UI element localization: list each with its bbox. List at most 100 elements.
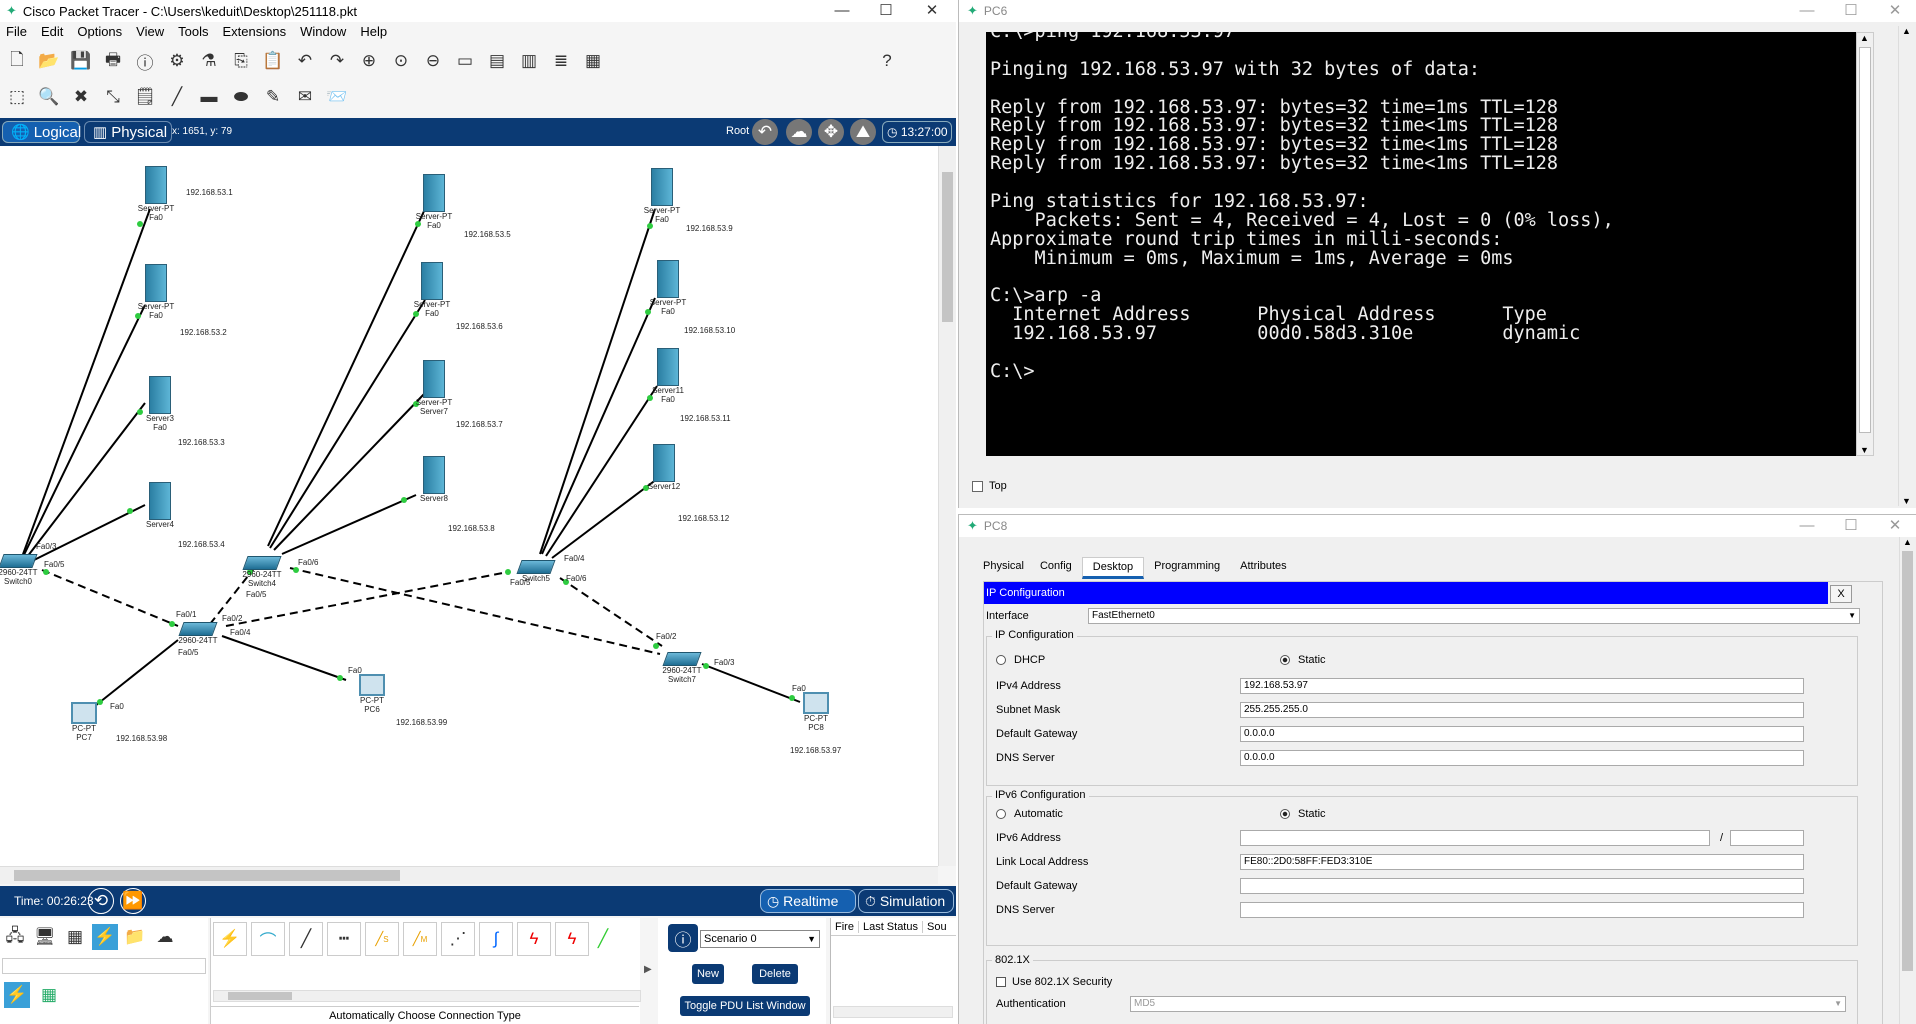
console-scrollbar[interactable]: ▲ ▼ [1856,32,1874,456]
simulation-button[interactable]: ⏱ Simulation [858,889,954,913]
switch-0[interactable]: 2960-24TT Switch0 [0,554,40,586]
serial-dce-icon[interactable]: ϟ [517,922,551,956]
minimize-icon[interactable]: — [1785,0,1829,22]
pdu-col-last-status[interactable]: Last Status [859,920,923,933]
server-10[interactable]: Server-PT Fa0 [648,260,688,316]
maximize-icon[interactable]: ☐ [864,0,908,22]
server-6[interactable]: Server-PT Fa0 [412,262,452,318]
scroll-down-icon[interactable]: ▼ [1860,445,1869,455]
scenario-select[interactable]: Scenario 0 ▼ [700,930,820,948]
link[interactable] [281,494,417,555]
delete-scenario-button[interactable]: Delete [752,964,798,984]
tab-desktop[interactable]: Desktop [1081,557,1145,579]
delete-icon[interactable]: ✖ [68,84,94,110]
tab-physical[interactable]: ▥ Physical [84,121,172,143]
pc-7[interactable]: PC-PT PC7 [64,702,104,742]
logical-workspace[interactable]: Server-PT Fa0 192.168.53.1 Server-PT Fa0 1… [0,146,938,866]
back-icon[interactable]: ↶ [752,119,778,145]
menu-item-tools[interactable]: Tools [178,24,208,44]
zoom-reset-icon[interactable]: ⊙ [388,48,414,74]
link[interactable] [701,663,801,703]
draw-ellipse-icon[interactable]: ⬬ [228,84,254,110]
switch-6[interactable]: 2960-24TT [176,622,220,645]
components-icon[interactable]: ▦ [62,924,88,950]
close-icon[interactable]: ✕ [1873,515,1916,537]
connections-sub-icon[interactable]: ⚡ [4,982,30,1008]
octal-icon[interactable]: ╱ [593,922,613,956]
collapse-arrow-icon[interactable]: ▶ [644,964,652,975]
connection-scrollbar[interactable] [213,990,641,1002]
complex-pdu-icon[interactable]: 📨 [324,84,350,110]
menu-item-file[interactable]: File [6,24,27,44]
server-7[interactable]: Server-PT Server7 [414,360,454,416]
link[interactable] [541,297,656,555]
tab-config[interactable]: Config [1030,557,1082,579]
server-1[interactable]: Server-PT Fa0 [136,166,176,222]
draw-rectangle-icon[interactable]: ▬ [196,84,222,110]
link[interactable] [23,402,146,562]
menu-item-edit[interactable]: Edit [41,24,63,44]
link[interactable] [551,478,658,559]
info-icon[interactable]: ⓘ [668,924,698,952]
menu-item-extensions[interactable]: Extensions [222,24,286,44]
auto-connection-icon[interactable]: ⚡ [213,922,247,956]
zoom-out-icon[interactable]: ⊖ [420,48,446,74]
cloud-icon[interactable]: ☁ [786,119,812,145]
minimize-icon[interactable]: — [1785,515,1829,537]
misc-icon[interactable]: 📁 [122,924,148,950]
link[interactable] [545,385,658,557]
pdu-col-source[interactable]: Sou [923,921,951,933]
interface-select[interactable]: FastEthernet0 ▼ [1088,608,1860,624]
note-icon[interactable]: 🗒 [132,84,158,110]
vertical-scrollbar[interactable] [938,146,956,866]
server-9[interactable]: Server-PT Fa0 [642,168,682,224]
maximize-icon[interactable]: ☐ [1829,515,1873,537]
scroll-thumb[interactable] [942,172,953,322]
resize-icon[interactable]: ⤡ [100,84,126,110]
copy-icon[interactable]: ⎘ [228,48,254,74]
undo-icon[interactable]: ↶ [292,48,318,74]
tab-attributes[interactable]: Attributes [1230,557,1296,579]
connections-icon[interactable]: ⚡ [92,924,118,950]
server-5[interactable]: Server-PT Fa0 [414,174,454,230]
tab-programming[interactable]: Programming [1144,557,1230,579]
network-devices-icon[interactable]: 🖧 [2,924,28,950]
scroll-up-icon[interactable]: ▲ [1860,33,1869,43]
menu-item-options[interactable]: Options [77,24,122,44]
new-scenario-button[interactable]: New [692,964,724,984]
server-2[interactable]: Server-PT Fa0 [136,264,176,320]
scroll-up-icon[interactable]: ▲ [1903,537,1912,547]
server-8[interactable]: Server8 [414,456,454,503]
link[interactable] [94,639,179,707]
viewport-icon[interactable]: ⛰ [850,119,876,145]
multiuser-icon[interactable]: ☁ [152,924,178,950]
scroll-thumb[interactable] [14,870,400,881]
toggle-pdu-list-button[interactable]: Toggle PDU List Window [680,996,810,1016]
console-cable-icon[interactable]: ⌒ [251,922,285,956]
scroll-thumb[interactable] [1859,47,1871,433]
server-icon[interactable]: ≣ [548,48,574,74]
authentication-select[interactable]: MD5 ▼ [1130,996,1846,1012]
crossover-link[interactable] [559,577,663,647]
link-local-field[interactable]: FE80::2D0:58FF:FED3:310E [1240,854,1804,870]
ipv4-address-field[interactable]: 192.168.53.97 [1240,678,1804,694]
grid-icon[interactable]: ▦ [36,982,62,1008]
scroll-down-icon[interactable]: ▼ [1902,496,1911,506]
multimode-fiber-icon[interactable]: ╱ M [403,922,437,956]
drawing-palette-icon[interactable]: ▭ [452,48,478,74]
menu-item-view[interactable]: View [136,24,164,44]
command-prompt-output[interactable]: C:\>ping 192.168.53.97 Pinging 192.168.53… [986,32,1856,456]
cluster-icon[interactable]: ▦ [580,48,606,74]
custom-devices-icon[interactable]: ▤ [484,48,510,74]
pc-8[interactable]: PC-PT PC8 [796,692,836,732]
activity-wizard-icon[interactable]: ⚗ [196,48,222,74]
link[interactable] [267,208,426,547]
static6-radio[interactable]: Static [1280,808,1326,820]
menu-item-window[interactable]: Window [300,24,346,44]
link[interactable] [269,299,426,549]
tab-logical[interactable]: 🌐 Logical [2,121,81,143]
info-icon[interactable]: ⓘ [132,48,158,74]
freeform-icon[interactable]: ✎ [260,84,286,110]
horizontal-scrollbar[interactable] [0,866,938,884]
save-icon[interactable]: 💾 [68,48,94,74]
